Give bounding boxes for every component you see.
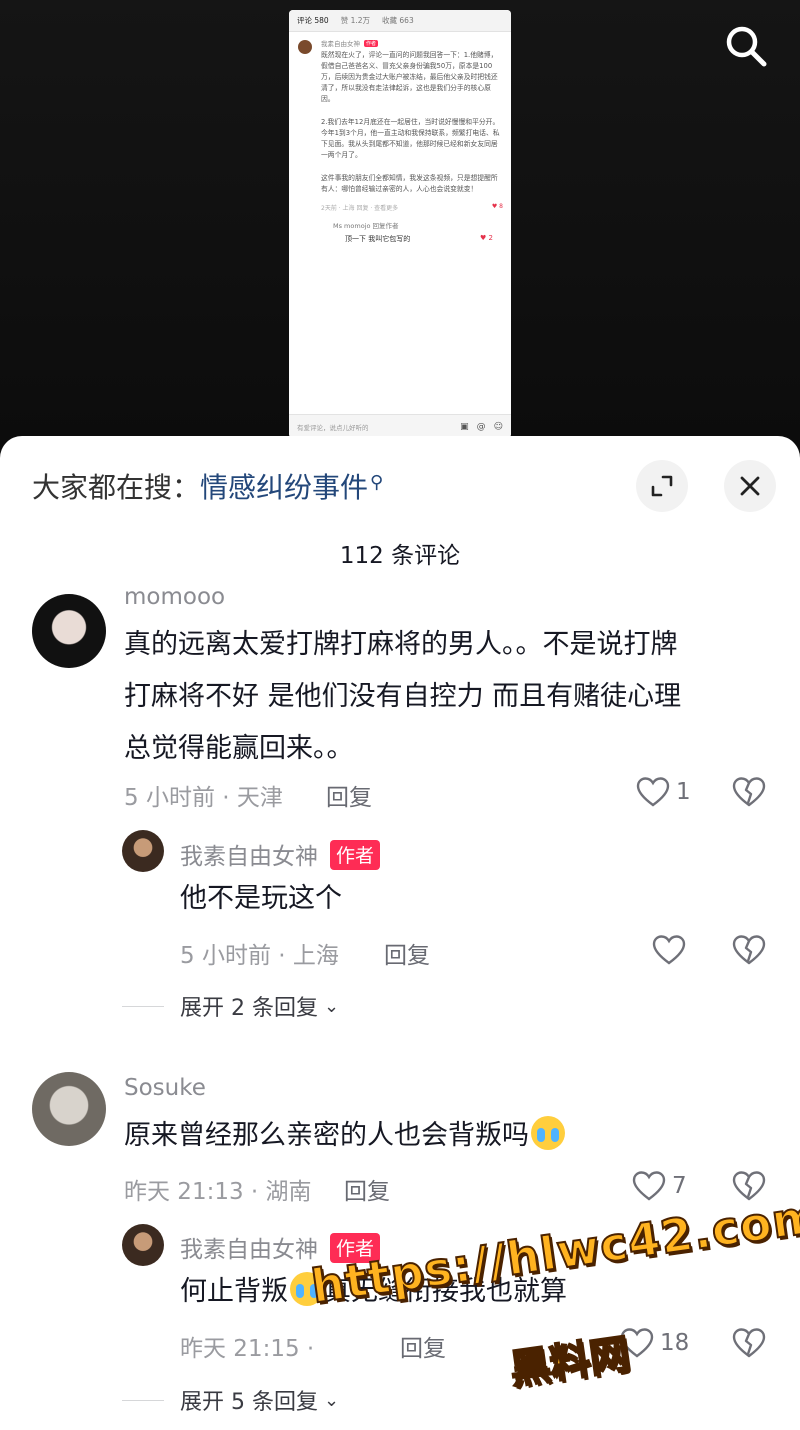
reply-meta: 5 小时前 · 上海 bbox=[180, 943, 339, 969]
comment-text: 原来曾经那么亲密的人也会背叛吗 bbox=[124, 1110, 774, 1162]
like-button[interactable]: 1 bbox=[636, 776, 691, 808]
embedded-screenshot: 评论 580 赞 1.2万 收藏 663 我素自由女神 作者 既然现在火了，评论… bbox=[289, 10, 511, 438]
embedded-avatar bbox=[298, 40, 312, 54]
crying-emoji-icon bbox=[531, 1116, 565, 1150]
reply-username-row: 我素自由女神 作者 bbox=[180, 837, 381, 871]
embedded-username-row: 我素自由女神 作者 bbox=[321, 38, 503, 48]
comment-text-line: 真的远离太爱打牌打麻将的男人。。不是说打牌 bbox=[124, 629, 678, 660]
expand-button[interactable] bbox=[636, 460, 688, 512]
embedded-paragraph: 既然现在火了，评论一直问的问题我回答一下：1.他赌博，假借自己爸爸名义、冒充父亲… bbox=[321, 51, 498, 103]
embedded-comment-text: 既然现在火了，评论一直问的问题我回答一下：1.他赌博，假借自己爸爸名义、冒充父亲… bbox=[321, 50, 503, 195]
embedded-likes-1: 8 bbox=[499, 203, 503, 210]
like-button[interactable]: 7 bbox=[632, 1170, 687, 1202]
embedded-tab-likes: 赞 1.2万 bbox=[340, 16, 371, 25]
expand-replies-label: 展开 5 条回复 bbox=[180, 1390, 318, 1415]
dislike-button[interactable] bbox=[732, 776, 766, 812]
like-button[interactable]: 18 bbox=[620, 1327, 689, 1359]
heart-icon bbox=[636, 777, 670, 807]
comment-meta: 昨天 21:13 · 湖南 bbox=[124, 1179, 312, 1205]
like-button[interactable] bbox=[652, 934, 686, 966]
embedded-reply-row: 顶一下 我叫它包写的 ♥ 2 bbox=[345, 234, 503, 244]
embedded-like-count-2: ♥ 2 bbox=[480, 234, 493, 242]
divider bbox=[122, 1399, 164, 1401]
video-area: 评论 580 赞 1.2万 收藏 663 我素自由女神 作者 既然现在火了，评论… bbox=[0, 0, 800, 450]
embedded-paragraph: 这件事我的朋友们全都知情，我发这条视频，只是想提醒所有人：哪怕曾经输过亲密的人，… bbox=[321, 174, 498, 193]
trending-search-keyword[interactable]: 情感纠纷事件 bbox=[200, 466, 368, 506]
embedded-meta-row: 2天前 · 上海 回复 · 查看更多 ♥ 8 bbox=[321, 203, 503, 212]
comment-text-line: 原来曾经那么亲密的人也会背叛吗 bbox=[124, 1120, 529, 1151]
reply-button[interactable]: 回复 bbox=[400, 1329, 446, 1363]
trending-search-prefix: 大家都在搜： bbox=[32, 471, 201, 504]
embedded-emoji-icon: ☺ bbox=[493, 421, 503, 432]
close-button[interactable] bbox=[724, 460, 776, 512]
reply-text-part: 何止背叛 bbox=[180, 1276, 288, 1307]
heart-icon bbox=[652, 935, 686, 965]
expand-replies-label: 展开 2 条回复 bbox=[180, 996, 318, 1021]
comment-username[interactable]: Sosuke bbox=[124, 1075, 206, 1101]
embedded-image-icon: ▣ bbox=[460, 421, 469, 432]
divider bbox=[122, 1005, 164, 1007]
reply-username[interactable]: 我素自由女神 bbox=[180, 844, 318, 870]
embedded-paragraph: 2.我们去年12月底还在一起居住，当时说好慢慢和平分开。今年1到3个月，他一直主… bbox=[321, 118, 500, 159]
broken-heart-icon bbox=[732, 935, 766, 965]
avatar[interactable] bbox=[32, 1072, 106, 1146]
keyword-search-icon: ⚲ bbox=[370, 471, 384, 493]
comment-count: 112 条评论 bbox=[339, 543, 461, 569]
like-count: 7 bbox=[672, 1173, 687, 1199]
comment-meta: 5 小时前 · 天津 bbox=[124, 785, 283, 811]
embedded-tab-bar: 评论 580 赞 1.2万 收藏 663 bbox=[289, 10, 511, 32]
embedded-at-icon: @ bbox=[476, 421, 486, 432]
chevron-down-icon: ⌄ bbox=[323, 1389, 340, 1411]
broken-heart-icon bbox=[732, 777, 766, 807]
comment-item: momooo 真的远离太爱打牌打麻将的男人。。不是说打牌 打麻将不好 是他们没有… bbox=[0, 584, 800, 1021]
reply-button[interactable]: 回复 bbox=[326, 778, 372, 812]
reply-button[interactable]: 回复 bbox=[384, 936, 430, 970]
trending-search[interactable]: 大家都在搜： 情感纠纷事件 ⚲ bbox=[32, 466, 383, 506]
like-count: 18 bbox=[660, 1330, 690, 1356]
expand-replies-button[interactable]: 展开 5 条回复 ⌄ bbox=[122, 1384, 339, 1416]
expand-replies-button[interactable]: 展开 2 条回复 ⌄ bbox=[122, 990, 339, 1022]
close-icon bbox=[740, 476, 760, 496]
author-badge: 作者 bbox=[330, 840, 381, 870]
search-icon[interactable] bbox=[722, 22, 770, 70]
embedded-author-badge: 作者 bbox=[364, 39, 379, 47]
heart-icon bbox=[632, 1171, 666, 1201]
avatar[interactable] bbox=[32, 594, 106, 668]
embedded-username: 我素自由女神 bbox=[321, 40, 360, 48]
embedded-meta: 2天前 · 上海 回复 · 查看更多 bbox=[321, 205, 399, 212]
dislike-button[interactable] bbox=[732, 1327, 766, 1363]
comment-text-line: 打麻将不好 是他们没有自控力 而且有赌徒心理 bbox=[124, 681, 682, 712]
like-count: 1 bbox=[676, 779, 691, 805]
embedded-like-count: ♥ 8 bbox=[491, 203, 503, 210]
avatar[interactable] bbox=[122, 1224, 164, 1266]
reply-username[interactable]: 我素自由女神 bbox=[180, 1237, 318, 1263]
chevron-down-icon: ⌄ bbox=[323, 995, 340, 1017]
embedded-comment: 我素自由女神 作者 既然现在火了，评论一直问的问题我回答一下：1.他赌博，假借自… bbox=[289, 32, 511, 244]
reply-text: 他不是玩这个 bbox=[180, 883, 342, 914]
reply-button[interactable]: 回复 bbox=[344, 1172, 390, 1206]
expand-icon bbox=[651, 475, 673, 497]
embedded-input-placeholder: 有爱评论，说点儿好听的 bbox=[297, 423, 369, 432]
embedded-reply-text: 顶一下 我叫它包写的 bbox=[345, 235, 411, 243]
embedded-tab-favorites: 收藏 663 bbox=[382, 16, 414, 25]
broken-heart-icon bbox=[732, 1328, 766, 1358]
embedded-reply-user: Ms momojo 回复作者 bbox=[333, 222, 399, 230]
reply-meta: 昨天 21:15 · bbox=[180, 1336, 315, 1362]
embedded-tab-comments: 评论 580 bbox=[297, 16, 329, 25]
comment-text: 真的远离太爱打牌打麻将的男人。。不是说打牌 打麻将不好 是他们没有自控力 而且有… bbox=[124, 619, 774, 775]
embedded-comment-input: 有爱评论，说点儿好听的 ▣ @ ☺ bbox=[289, 414, 511, 438]
dislike-button[interactable] bbox=[732, 934, 766, 970]
comment-username[interactable]: momooo bbox=[124, 584, 225, 610]
embedded-likes-2: 2 bbox=[488, 234, 493, 242]
comment-text-line: 总觉得能赢回来。。 bbox=[124, 733, 354, 764]
avatar[interactable] bbox=[122, 830, 164, 872]
